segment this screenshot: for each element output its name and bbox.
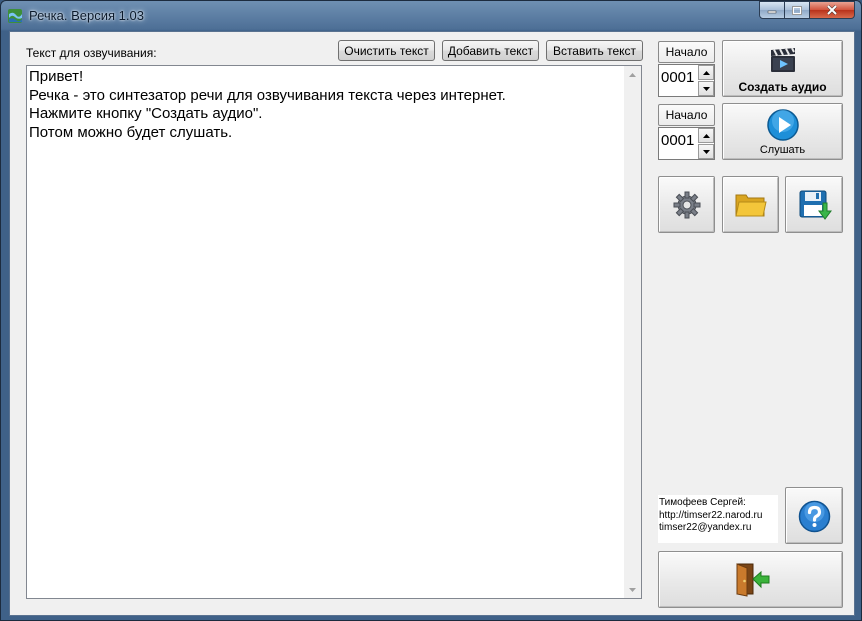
clear-text-button[interactable]: Очистить текст (338, 40, 435, 61)
close-button[interactable] (809, 1, 855, 19)
text-line: Потом можно будет слушать. (29, 123, 233, 141)
exit-door-icon (736, 563, 770, 597)
listen-label: Слушать (759, 144, 806, 156)
author-name: Тимофеев Сергей: (659, 497, 746, 508)
add-text-button[interactable]: Добавить текст (442, 40, 539, 61)
chevron-up-icon (702, 70, 710, 75)
text-line: Привет! (29, 68, 84, 85)
gear-icon (673, 191, 701, 219)
close-icon (826, 5, 838, 15)
spin-down-button-1[interactable] (698, 81, 714, 96)
app-window: Речка. Версия 1.03 Текст для озвучивания… (0, 0, 862, 621)
exit-button[interactable] (658, 551, 843, 608)
spin-up-button-1[interactable] (698, 65, 714, 80)
author-info: Тимофеев Сергей: http://timser22.narod.r… (658, 495, 778, 543)
start-spinner-2[interactable]: 0001 (658, 127, 715, 160)
create-audio-label: Создать аудио (738, 80, 827, 94)
scroll-down-button[interactable] (624, 581, 641, 598)
maximize-icon (792, 5, 802, 15)
help-button[interactable] (785, 487, 843, 544)
chevron-down-icon (629, 587, 636, 592)
chevron-up-icon (629, 72, 636, 77)
author-email: timser22@yandex.ru (659, 522, 752, 533)
start-label-button-1[interactable]: Начало (658, 41, 715, 63)
start-value-2: 0001 (661, 132, 695, 149)
play-icon (767, 109, 799, 141)
start-label-button-2[interactable]: Начало (658, 104, 715, 126)
spin-up-button-2[interactable] (698, 128, 714, 143)
spin-down-button-2[interactable] (698, 144, 714, 159)
settings-button[interactable] (658, 176, 715, 233)
river-app-icon (8, 9, 22, 23)
chevron-up-icon (702, 133, 710, 138)
chevron-down-icon (702, 86, 710, 91)
vertical-scrollbar[interactable] (624, 66, 641, 598)
folder-icon (735, 194, 767, 217)
minimize-button[interactable] (759, 1, 785, 19)
listen-button[interactable]: Слушать (722, 103, 843, 160)
minimize-icon (767, 10, 777, 14)
clapperboard-icon (771, 47, 795, 72)
text-line: Речка - это синтезатор речи для озвучива… (29, 86, 506, 104)
open-file-button[interactable] (722, 176, 779, 233)
window-title: Речка. Версия 1.03 (29, 8, 144, 23)
scroll-up-button[interactable] (624, 66, 641, 83)
text-label: Текст для озвучивания: (26, 46, 157, 60)
text-content: Привет! Речка - это синтезатор речи для … (29, 68, 624, 142)
paste-text-button[interactable]: Вставить текст (546, 40, 643, 61)
author-site: http://timser22.narod.ru (659, 509, 763, 521)
floppy-save-icon (799, 190, 832, 220)
client-area: Текст для озвучивания: Очистить текст До… (9, 31, 855, 616)
caption-buttons (759, 1, 855, 21)
create-audio-button[interactable]: Создать аудио (722, 40, 843, 97)
start-spinner-1[interactable]: 0001 (658, 64, 715, 97)
save-file-button[interactable] (785, 176, 843, 233)
help-icon (798, 500, 831, 533)
title-bar[interactable]: Речка. Версия 1.03 (1, 1, 861, 31)
text-line: Нажмите кнопку "Создать аудио". (29, 105, 263, 122)
speech-text-area[interactable]: Привет! Речка - это синтезатор речи для … (26, 65, 642, 599)
maximize-button[interactable] (784, 1, 810, 19)
chevron-down-icon (702, 149, 710, 154)
start-value-1: 0001 (661, 69, 695, 86)
